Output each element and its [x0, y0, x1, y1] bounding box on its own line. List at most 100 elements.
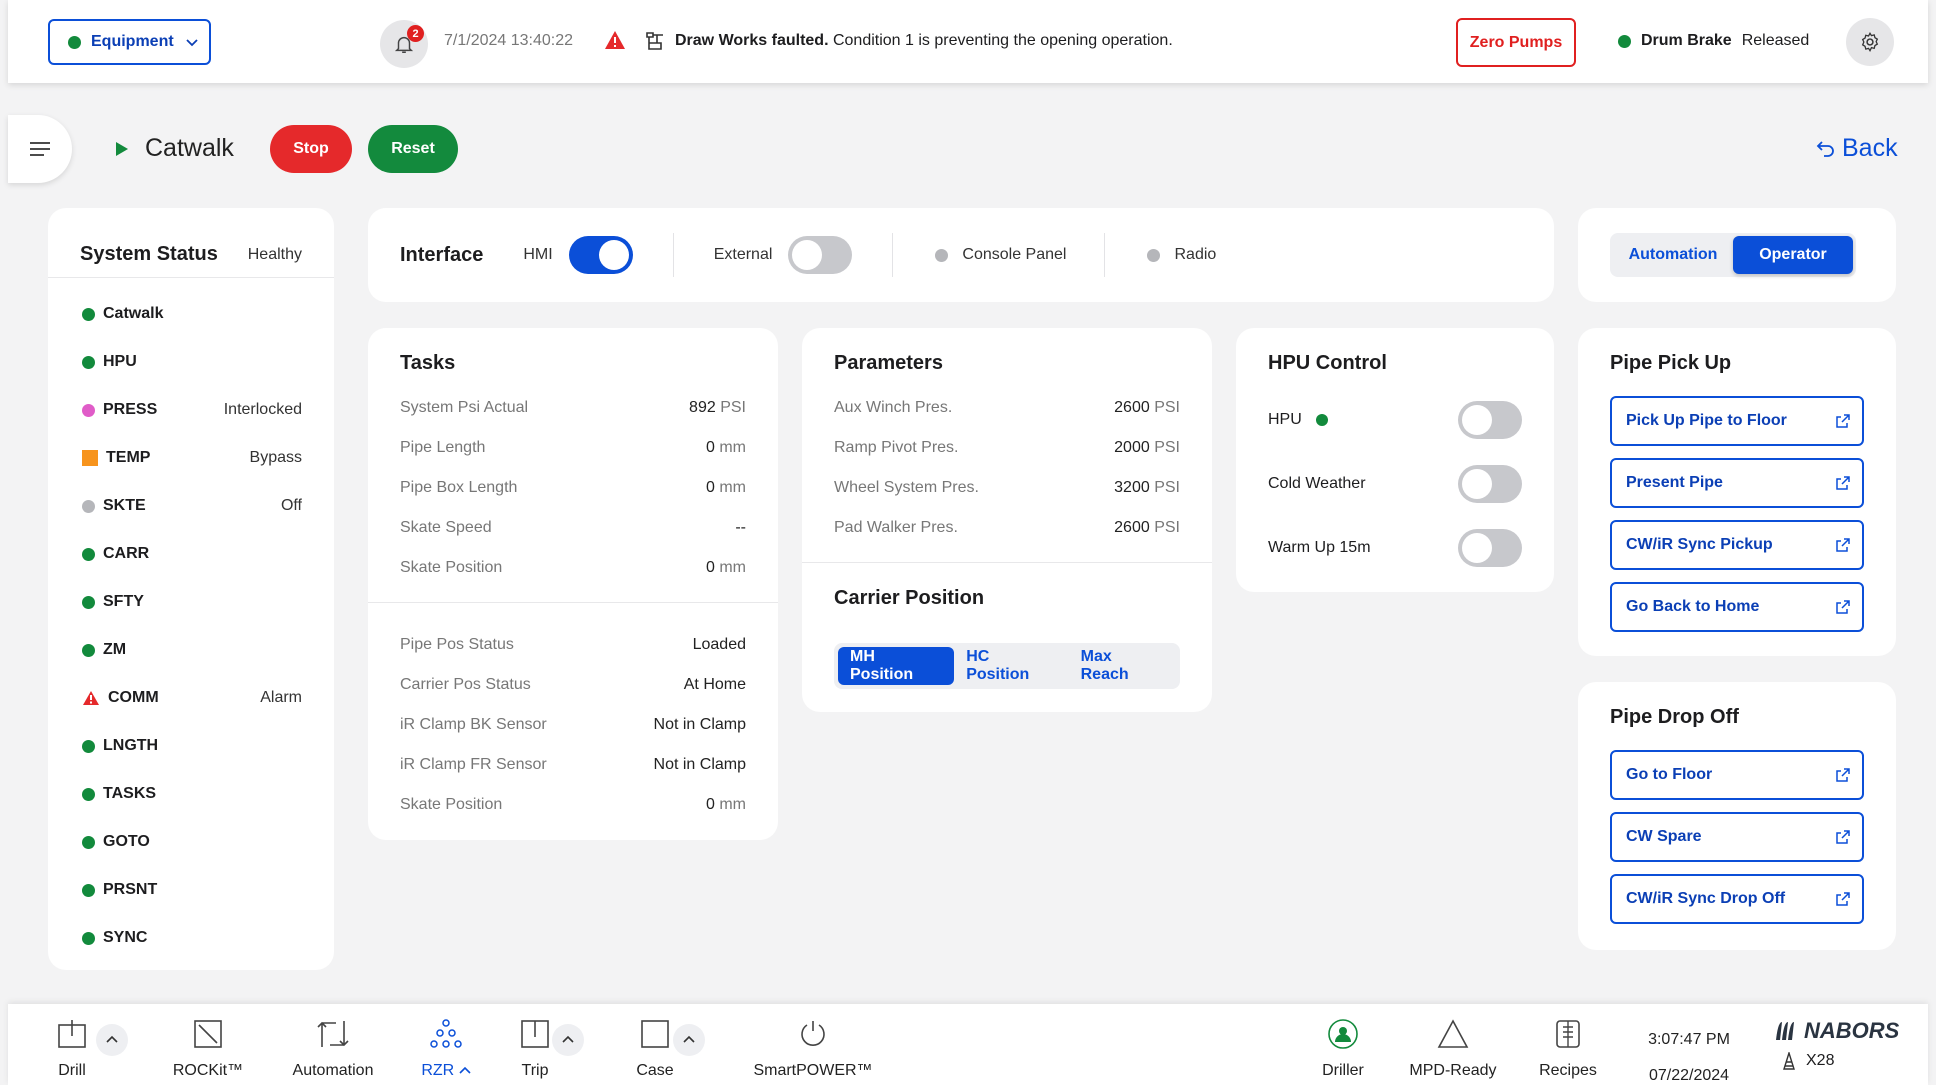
action-button[interactable]: Go to Floor [1610, 750, 1864, 800]
trip-expand-button[interactable] [552, 1024, 584, 1056]
system-status-item: PRSNT [48, 866, 334, 914]
action-button[interactable]: Go Back to Home [1610, 582, 1864, 632]
action-button-label: Present Pipe [1626, 474, 1723, 491]
external-link-icon [1836, 476, 1850, 490]
data-row-label: System Psi Actual [400, 399, 529, 416]
console-panel-dot [935, 248, 949, 262]
nav-smartpower[interactable]: SmartPOWER™ [748, 1004, 878, 1085]
data-row-value: -- [735, 519, 746, 537]
data-row-label: Pipe Pos Status [400, 636, 514, 653]
hmi-toggle[interactable] [568, 236, 633, 274]
page-title-text: Catwalk [145, 134, 234, 162]
hpu-toggle[interactable] [1458, 465, 1522, 503]
clock-date: 07/22/2024 [1648, 1067, 1730, 1084]
action-button[interactable]: Pick Up Pipe to Floor [1610, 396, 1864, 446]
data-row-unit: mm [719, 479, 746, 496]
nav-mpd-ready[interactable]: MPD-Ready [1403, 1004, 1503, 1085]
tasks-panel: Tasks System Psi Actual 892 PSI Pipe Lengt… [368, 328, 778, 840]
data-row-unit: PSI [720, 399, 746, 416]
carrier-option-button[interactable]: MH Position [838, 647, 955, 685]
nav-recipes-label: Recipes [1539, 1062, 1597, 1079]
equipment-dropdown[interactable]: Equipment [48, 19, 211, 65]
data-row: Pipe Length 0 mm [368, 428, 778, 468]
top-header: Equipment 2 7/1/2024 13:40:22 Draw Works… [8, 0, 1928, 83]
rig-name: X28 [1806, 1052, 1835, 1069]
stop-button[interactable]: Stop [270, 125, 352, 173]
status-dot [82, 835, 95, 849]
drill-expand-button[interactable] [96, 1024, 128, 1056]
action-button[interactable]: CW/iR Sync Pickup [1610, 520, 1864, 570]
action-button-label: Pick Up Pipe to Floor [1626, 412, 1787, 429]
settings-button[interactable] [1846, 18, 1894, 66]
pipe-pick-up-title: Pipe Pick Up [1610, 352, 1732, 374]
page-title: Catwalk [115, 134, 234, 163]
notifications-button[interactable]: 2 [380, 20, 428, 68]
action-button[interactable]: CW Spare [1610, 812, 1864, 862]
system-status-item: COMM Alarm [48, 674, 334, 722]
pipe-drop-off-panel: Pipe Drop Off Go to Floor CW Spare CW/iR S… [1578, 682, 1896, 950]
external-toggle[interactable] [788, 236, 853, 274]
status-dot [82, 883, 95, 897]
data-row-value: 0 mm [706, 559, 746, 577]
nav-rockit[interactable]: ROCKit™ [158, 1004, 258, 1085]
data-row-label: Skate Speed [400, 519, 492, 536]
hpu-row-label-wrap: Warm Up 15m [1268, 539, 1371, 557]
status-square-icon [82, 450, 98, 466]
data-row: iR Clamp BK Sensor Not in Clamp [368, 705, 778, 745]
hpu-toggle[interactable] [1458, 401, 1522, 439]
nav-rockit-label: ROCKit™ [172, 1062, 244, 1079]
nav-recipes[interactable]: Recipes [1528, 1004, 1608, 1085]
trip-icon [521, 1020, 549, 1048]
data-row-unit: PSI [1154, 519, 1180, 536]
hpu-control-row: HPU [1236, 388, 1554, 452]
nav-automation[interactable]: Automation [278, 1004, 388, 1085]
action-button[interactable]: CW/iR Sync Drop Off [1610, 874, 1864, 924]
nav-driller[interactable]: Driller [1308, 1004, 1378, 1085]
operator-mode-button[interactable]: Operator [1733, 236, 1853, 274]
system-status-name: SYNC [103, 929, 148, 946]
play-icon [116, 141, 128, 156]
zero-pumps-button[interactable]: Zero Pumps [1456, 18, 1576, 67]
chevron-down-icon [186, 39, 198, 47]
clock-time: 3:07:47 PM [1648, 1031, 1730, 1048]
console-panel-label: Console Panel [962, 246, 1067, 263]
system-status-item: HPU [48, 338, 334, 386]
data-row-value: At Home [684, 676, 746, 694]
reset-button[interactable]: Reset [368, 125, 458, 173]
side-menu-button[interactable] [8, 115, 72, 183]
case-icon [641, 1020, 669, 1048]
action-button-label: CW Spare [1626, 828, 1702, 845]
nav-mpd-ready-label: MPD-Ready [1409, 1062, 1497, 1079]
hpu-control-title: HPU Control [1268, 352, 1387, 374]
drum-brake-status: Drum Brake Released [1618, 32, 1809, 50]
hpu-row-label: Warm Up 15m [1268, 539, 1371, 556]
system-status-name: PRSNT [103, 881, 158, 898]
system-status-value: Alarm [260, 689, 302, 706]
system-status-name: LNGTH [103, 737, 159, 754]
data-row: Skate Position 0 mm [368, 785, 778, 825]
drawworks-icon [646, 32, 663, 50]
carrier-option-button[interactable]: HC Position [954, 647, 1068, 685]
bottom-nav-bar: Drill ROCKit™ Automation RZR Trip Case S… [8, 1004, 1928, 1085]
nav-rzr[interactable]: RZR [406, 1004, 486, 1085]
data-row: Skate Position 0 mm [368, 548, 778, 588]
hmi-label: HMI [523, 246, 553, 263]
alert-title: Draw Works faulted. [675, 32, 829, 49]
status-dot [82, 499, 95, 513]
clock: 3:07:47 PM 07/22/2024 [1634, 1022, 1744, 1085]
equipment-status-dot [68, 35, 81, 49]
carrier-option-button[interactable]: Max Reach [1069, 647, 1176, 685]
action-button[interactable]: Present Pipe [1610, 458, 1864, 508]
hpu-toggle[interactable] [1458, 529, 1522, 567]
external-link-icon [1836, 538, 1850, 552]
automation-mode-button[interactable]: Automation [1613, 236, 1733, 274]
external-link-icon [1836, 892, 1850, 906]
system-status-name: PRESS [103, 401, 158, 418]
alarm-triangle-icon [83, 691, 99, 705]
system-status-item: SKTE Off [48, 482, 334, 530]
status-dot [82, 931, 95, 945]
data-row: Wheel System Pres. 3200 PSI [802, 468, 1212, 508]
back-button[interactable]: Back [1816, 134, 1898, 163]
case-expand-button[interactable] [673, 1024, 705, 1056]
data-row-unit: PSI [1154, 399, 1180, 416]
